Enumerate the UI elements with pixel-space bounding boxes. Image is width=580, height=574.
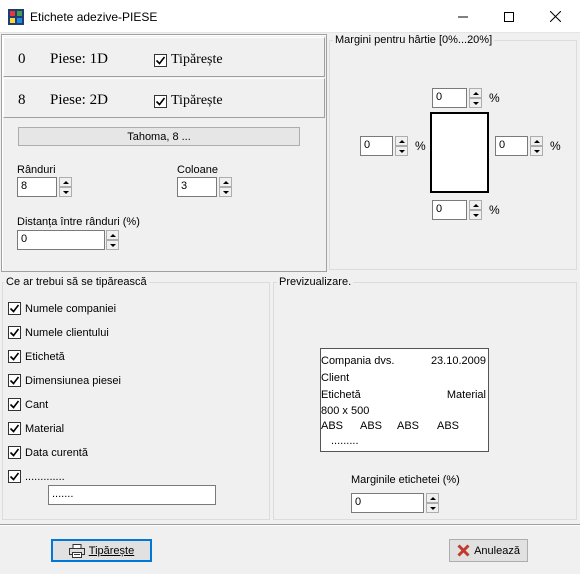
check-icon <box>9 352 20 361</box>
checkbox[interactable] <box>8 350 21 363</box>
label-margin-label: Marginile etichetei (%) <box>351 474 460 486</box>
paper-preview <box>430 112 489 193</box>
option-edge[interactable]: Cant <box>8 398 48 411</box>
print-button[interactable]: Tipărește <box>51 539 152 562</box>
preview-company: Compania dvs. <box>321 355 395 367</box>
print-checkbox-1d[interactable]: Tipărește <box>154 52 223 68</box>
check-icon <box>155 97 166 106</box>
check-icon <box>9 472 20 481</box>
preview-abs: ABS <box>360 420 383 432</box>
option-custom[interactable]: ............. <box>8 470 65 483</box>
coloane-spinner[interactable] <box>219 177 232 197</box>
close-icon <box>549 11 561 22</box>
check-icon <box>9 448 20 457</box>
maximize-icon <box>504 11 514 22</box>
checkbox[interactable] <box>8 302 21 315</box>
check-icon <box>9 328 20 337</box>
preview-abs: ABS <box>437 420 460 432</box>
preview-abs: ABS <box>321 420 344 432</box>
minimize-icon <box>458 16 468 17</box>
row-piese-2d: 8 Piese: 2D Tipărește <box>3 78 325 118</box>
distanta-label: Distanța între rânduri (%) <box>17 216 140 228</box>
distanta-spinner[interactable] <box>106 230 119 250</box>
randuri-label: Rânduri <box>17 164 56 176</box>
randuri-spinner[interactable] <box>59 177 72 197</box>
percent-label: % <box>489 91 500 105</box>
percent-label: % <box>489 203 500 217</box>
preview-dims: 800 x 500 <box>321 405 370 417</box>
option-dimensions[interactable]: Dimensiunea piesei <box>8 374 121 387</box>
randuri-input[interactable]: 8 <box>17 177 57 197</box>
margin-left-spinner[interactable] <box>395 136 408 156</box>
preview-material: Material <box>446 389 486 401</box>
custom-text-input[interactable]: ....... <box>48 485 216 505</box>
preview-dots: ......... <box>331 435 359 447</box>
preview-label: Etichetă <box>321 389 361 401</box>
title-bar: Etichete adezive-PIESE <box>0 0 580 33</box>
row-count: 0 <box>18 51 26 67</box>
checkbox[interactable] <box>8 422 21 435</box>
app-icon <box>8 9 24 25</box>
option-material[interactable]: Material <box>8 422 64 435</box>
minimize-button[interactable] <box>440 0 486 33</box>
preview-abs: ABS <box>397 420 420 432</box>
row-label: Piese: 2D <box>50 92 108 108</box>
check-icon <box>155 56 166 65</box>
margin-bottom-input[interactable]: 0 <box>432 200 467 220</box>
checkbox[interactable] <box>8 326 21 339</box>
cancel-button[interactable]: Anulează <box>449 539 528 562</box>
option-label[interactable]: Etichetă <box>8 350 65 363</box>
checkbox[interactable] <box>8 398 21 411</box>
option-company[interactable]: Numele companiei <box>8 302 116 315</box>
maximize-button[interactable] <box>486 0 532 33</box>
distanta-input[interactable]: 0 <box>17 230 105 250</box>
row-piese-1d: 0 Piese: 1D Tipărește <box>3 37 325 77</box>
margin-right-spinner[interactable] <box>530 136 543 156</box>
margin-right-input[interactable]: 0 <box>495 136 528 156</box>
coloane-input[interactable]: 3 <box>177 177 217 197</box>
checkbox[interactable] <box>154 53 167 67</box>
print-checkbox-2d[interactable]: Tipărește <box>154 93 223 109</box>
checkbox[interactable] <box>8 446 21 459</box>
preview-client: Client <box>321 372 350 384</box>
label-margin-input[interactable]: 0 <box>351 493 424 513</box>
printer-icon <box>68 543 85 558</box>
preview-group-label: Previzualizare. <box>277 276 354 288</box>
checkbox[interactable] <box>8 470 21 483</box>
margin-left-input[interactable]: 0 <box>360 136 393 156</box>
percent-label: % <box>415 139 426 153</box>
checkbox[interactable] <box>8 374 21 387</box>
check-icon <box>9 400 20 409</box>
option-date[interactable]: Data curentă <box>8 446 88 459</box>
close-button[interactable] <box>532 0 578 33</box>
check-icon <box>9 424 20 433</box>
row-label: Piese: 1D <box>50 51 108 67</box>
checkbox[interactable] <box>154 94 167 108</box>
cancel-x-icon <box>457 544 470 557</box>
margin-bottom-spinner[interactable] <box>469 200 482 220</box>
cancel-button-label: Anulează <box>474 544 520 557</box>
percent-label: % <box>550 139 561 153</box>
margin-top-spinner[interactable] <box>469 88 482 108</box>
check-icon <box>9 304 20 313</box>
option-client[interactable]: Numele clientului <box>8 326 109 339</box>
row-count: 8 <box>18 92 26 108</box>
check-icon <box>9 376 20 385</box>
font-button[interactable]: Tahoma, 8 ... <box>18 127 300 146</box>
window-title: Etichete adezive-PIESE <box>30 10 158 24</box>
coloane-label: Coloane <box>177 164 218 176</box>
print-button-label: Tipărește <box>88 544 135 557</box>
label-preview: Compania dvs. 23.10.2009 Client Etichetă… <box>320 348 489 452</box>
print-options-label: Ce ar trebui să se tipărească <box>4 276 149 288</box>
margin-top-input[interactable]: 0 <box>432 88 467 108</box>
preview-date: 23.10.2009 <box>430 355 486 367</box>
margins-group-label: Margini pentru hârtie [0%...20%] <box>333 34 495 46</box>
label-margin-spinner[interactable] <box>426 493 439 513</box>
